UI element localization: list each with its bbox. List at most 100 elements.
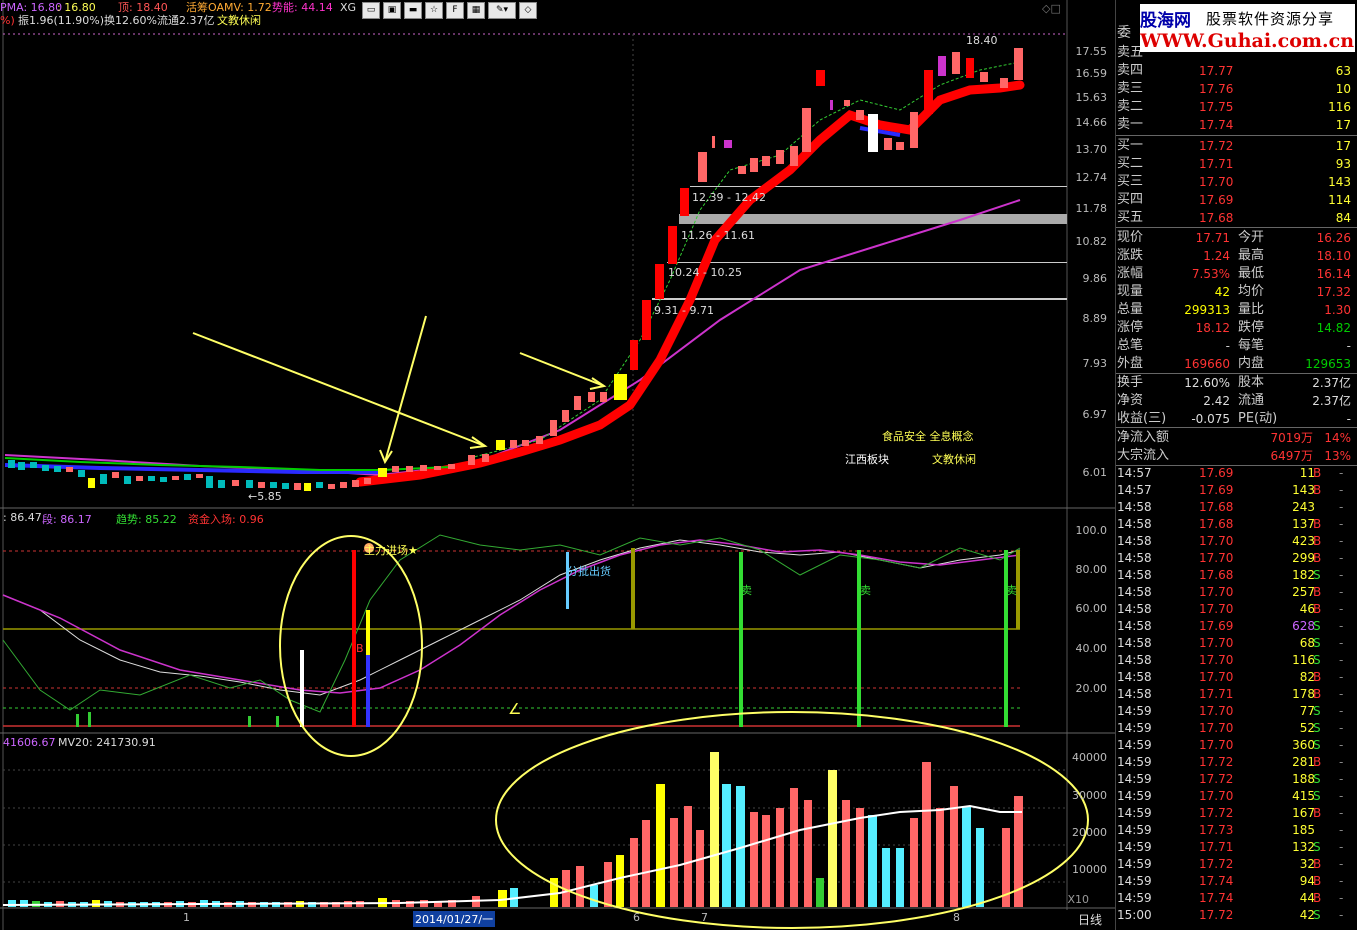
tick-direction: B [1313, 857, 1322, 871]
tick-price: 17.72 [1199, 857, 1234, 871]
tools-icon[interactable]: ✎▾ [488, 2, 516, 19]
tick-direction: S [1313, 653, 1321, 667]
date-box: 2014/01/27/一 [413, 911, 496, 927]
stat-row: 现量 42 均价 17.32 [1117, 283, 1355, 301]
kline-chart-area[interactable]: PMA: 16.80 : 16.80 顶: 18.40 活筹OAMV: 1.72… [0, 0, 1115, 930]
stat-row: 涨停 18.12 跌停 14.82 [1117, 319, 1355, 337]
formula-icon[interactable]: F [446, 2, 464, 19]
tick-direction: B [1313, 585, 1322, 599]
price-tick: 8.89 [1082, 312, 1108, 325]
draw-icon[interactable]: ◇ [519, 2, 537, 19]
tick-row: 14:58 17.71 178 B - [1117, 686, 1355, 703]
tick-direction: B [1313, 551, 1322, 565]
tick-time: 14:59 [1117, 823, 1152, 837]
order-level-label: 买三 [1117, 174, 1144, 189]
tick-row: 14:58 17.70 257 B - [1117, 584, 1355, 601]
stat-value: 2.42 [1203, 394, 1230, 408]
x-tick: 8 [953, 911, 960, 924]
order-volume: 17 [1335, 118, 1351, 132]
tick-dash: - [1339, 551, 1344, 565]
osc-d-label: 段: 86.17 [42, 513, 92, 526]
tick-time: 14:58 [1117, 687, 1152, 701]
stat-value: 18.10 [1316, 249, 1351, 263]
stat-label: 最高 [1238, 248, 1265, 263]
order-volume: 93 [1335, 157, 1351, 171]
stat-value: 129653 [1305, 357, 1351, 371]
tick-time: 14:58 [1117, 619, 1152, 633]
tick-price: 17.70 [1199, 585, 1234, 599]
tick-dash: - [1339, 653, 1344, 667]
order-level-label: 买二 [1117, 156, 1144, 171]
tick-row: 14:58 17.70 299 B - [1117, 550, 1355, 567]
price-tick: 17.55 [1075, 45, 1108, 58]
tick-volume: 257 [1292, 585, 1315, 599]
zone-label: 12.39 - 12.42 [692, 191, 766, 204]
tick-price: 17.70 [1199, 534, 1234, 548]
tick-price: 17.71 [1199, 687, 1234, 701]
stat-label: 收益(三) [1117, 411, 1167, 426]
window-icon[interactable]: ▭ [362, 2, 380, 19]
tick-time: 14:59 [1117, 789, 1152, 803]
tick-row: 14:59 17.70 77 S - [1117, 703, 1355, 720]
tick-dash: - [1339, 687, 1344, 701]
price-tick: 12.74 [1075, 171, 1108, 184]
price-tick: 11.78 [1075, 202, 1108, 215]
tick-volume: 299 [1292, 551, 1315, 565]
top-label: 顶: 18.40 [118, 1, 168, 14]
zone-label: 9.31 - 9.71 [654, 304, 714, 317]
brand-slogan: 股票软件资源分享 [1206, 10, 1335, 28]
order-level-label: 买四 [1117, 192, 1144, 207]
separator [1116, 227, 1357, 228]
tick-volume: 167 [1292, 806, 1315, 820]
float-label: 流通2.37亿 [157, 14, 215, 27]
price-tick: 7.93 [1082, 357, 1108, 370]
tick-row: 14:58 17.69 628 S - [1117, 618, 1355, 635]
order-volume: 116 [1328, 100, 1351, 114]
stat-label: 量比 [1238, 302, 1265, 317]
stat-value: 2.37亿 [1312, 394, 1351, 408]
tick-dash: - [1339, 857, 1344, 871]
chart-icon[interactable]: ▦ [467, 2, 485, 19]
tick-price: 17.70 [1199, 653, 1234, 667]
turnover-label: 换12.60% [104, 14, 157, 27]
tick-direction: S [1313, 704, 1321, 718]
layout-icon[interactable]: ▣ [383, 2, 401, 19]
stat-value: 2.37亿 [1312, 376, 1351, 390]
stat-label: 跌停 [1238, 320, 1265, 335]
order-volume: 84 [1335, 211, 1351, 225]
tick-row: 14:58 17.70 82 B - [1117, 669, 1355, 686]
tick-volume: 188 [1292, 772, 1315, 786]
stat-label: 流通 [1238, 393, 1265, 408]
tick-time: 14:59 [1117, 738, 1152, 752]
tick-direction: S [1313, 908, 1321, 922]
stat-value: 42 [1214, 285, 1230, 299]
tick-direction: S [1313, 738, 1321, 752]
tick-time: 14:59 [1117, 755, 1152, 769]
window-controls-icon[interactable]: ◇□ [1042, 2, 1061, 15]
tick-price: 17.68 [1199, 568, 1234, 582]
stat-row: 涨幅 7.53% 最低 16.14 [1117, 265, 1355, 283]
stat-label: 最低 [1238, 266, 1265, 281]
tick-time: 14:58 [1117, 670, 1152, 684]
price-tick: 6.01 [1082, 466, 1108, 479]
concept-food-label: 食品安全 全息概念 [882, 430, 974, 443]
period-tab[interactable]: 日线 [1078, 911, 1102, 928]
star-icon[interactable]: ☆ [425, 2, 443, 19]
osc-k-label: : 86.47 [3, 511, 42, 524]
tick-time: 14:59 [1117, 891, 1152, 905]
flow-label: 净流入额 [1117, 430, 1170, 445]
tick-direction: B [1313, 874, 1322, 888]
sell-signal: 卖 [741, 584, 752, 597]
tick-direction: S [1313, 789, 1321, 803]
pma-label: PMA: 16.80 [0, 1, 63, 14]
separator [1116, 135, 1357, 136]
osc-tick: 20.00 [1075, 682, 1108, 695]
tick-time: 14:59 [1117, 721, 1152, 735]
tick-direction: B [1313, 670, 1322, 684]
order-level-label: 卖二 [1117, 99, 1144, 114]
tick-dash: - [1339, 891, 1344, 905]
tick-dash: - [1339, 789, 1344, 803]
order-price: 17.77 [1199, 64, 1234, 78]
stat-row: 收益(三) -0.075 PE(动) - [1117, 410, 1355, 428]
panel-icon[interactable]: ▬ [404, 2, 422, 19]
